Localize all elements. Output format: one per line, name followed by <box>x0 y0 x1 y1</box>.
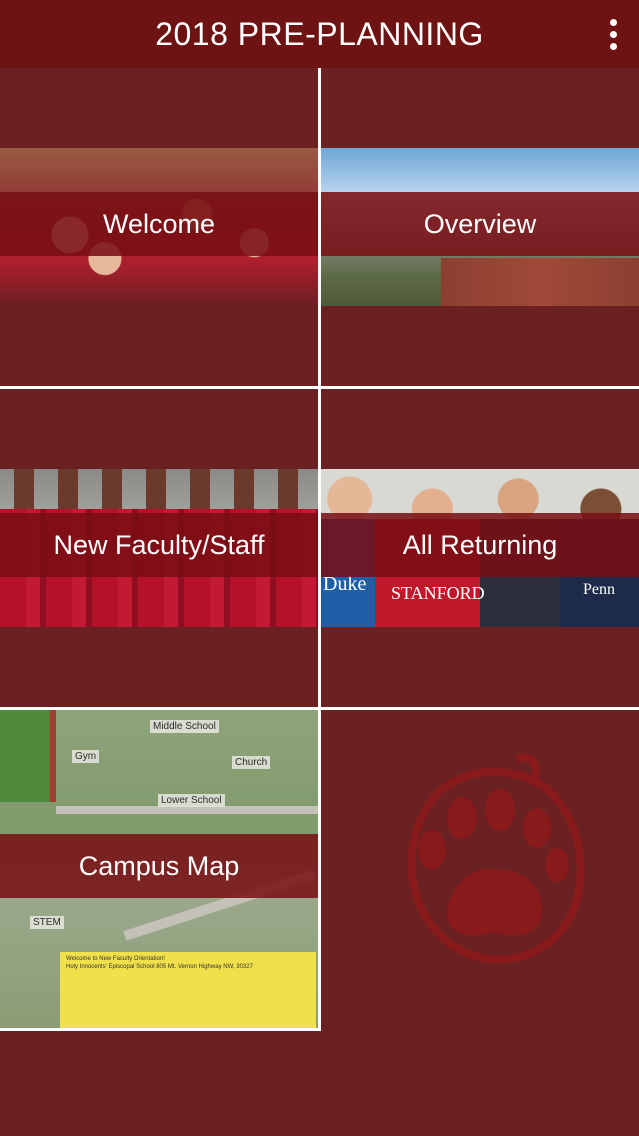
map-label-lower-school: Lower School <box>158 794 225 807</box>
shirt-text-stanford: STANFORD <box>391 583 485 603</box>
horizontal-divider <box>0 386 639 389</box>
map-label-gym: Gym <box>72 750 100 763</box>
more-vertical-icon-dot <box>609 42 617 50</box>
tile-welcome-banner: Welcome <box>0 192 318 256</box>
tile-overview-label: Overview <box>423 208 537 239</box>
tile-new-faculty-label: New Faculty/Staff <box>53 529 265 560</box>
tile-campus-map-banner: Campus Map <box>0 834 318 898</box>
more-vertical-icon <box>609 18 617 26</box>
map-road <box>56 806 318 814</box>
map-label-church: Church <box>232 756 271 769</box>
map-label-middle-school: Middle School <box>150 720 219 733</box>
page-title: 2018 PRE-PLANNING <box>155 15 484 52</box>
map-athletic-field <box>0 710 56 802</box>
tile-all-returning-banner: All Returning <box>321 513 639 577</box>
tile-welcome-label: Welcome <box>102 208 216 239</box>
vertical-divider <box>318 710 321 1028</box>
more-vertical-icon-dot <box>609 30 617 38</box>
map-note-address: Holy Innocents' Episcopal School 805 Mt.… <box>66 963 253 970</box>
app-bar: 2018 PRE-PLANNING <box>0 0 639 68</box>
horizontal-divider <box>0 1028 321 1031</box>
tile-overview[interactable]: Overview <box>321 68 639 386</box>
bear-paw-icon <box>407 753 585 964</box>
tile-new-faculty-banner: New Faculty/Staff <box>0 513 318 577</box>
tile-campus-map-label: Campus Map <box>78 850 240 881</box>
shirt-text-penn: Penn <box>583 581 615 598</box>
tile-overview-banner: Overview <box>321 192 639 256</box>
tile-campus-map[interactable]: Middle School Gym Church Lower School ST… <box>0 710 318 1028</box>
map-note-title: Welcome to New Faculty Orientation! <box>66 956 165 962</box>
tile-welcome[interactable]: Welcome <box>0 68 318 386</box>
tile-all-returning-label: All Returning <box>402 529 558 560</box>
tile-all-returning[interactable]: Duke STANFORD Penn All Returning <box>321 389 639 707</box>
map-label-stem: STEM <box>30 916 64 929</box>
tile-grid: Welcome Overview New Faculty/Staff Duke … <box>0 68 639 1136</box>
more-options-button[interactable] <box>601 14 625 54</box>
tile-new-faculty-staff[interactable]: New Faculty/Staff <box>0 389 318 707</box>
map-orientation-note: Welcome to New Faculty Orientation! Holy… <box>60 952 316 1028</box>
